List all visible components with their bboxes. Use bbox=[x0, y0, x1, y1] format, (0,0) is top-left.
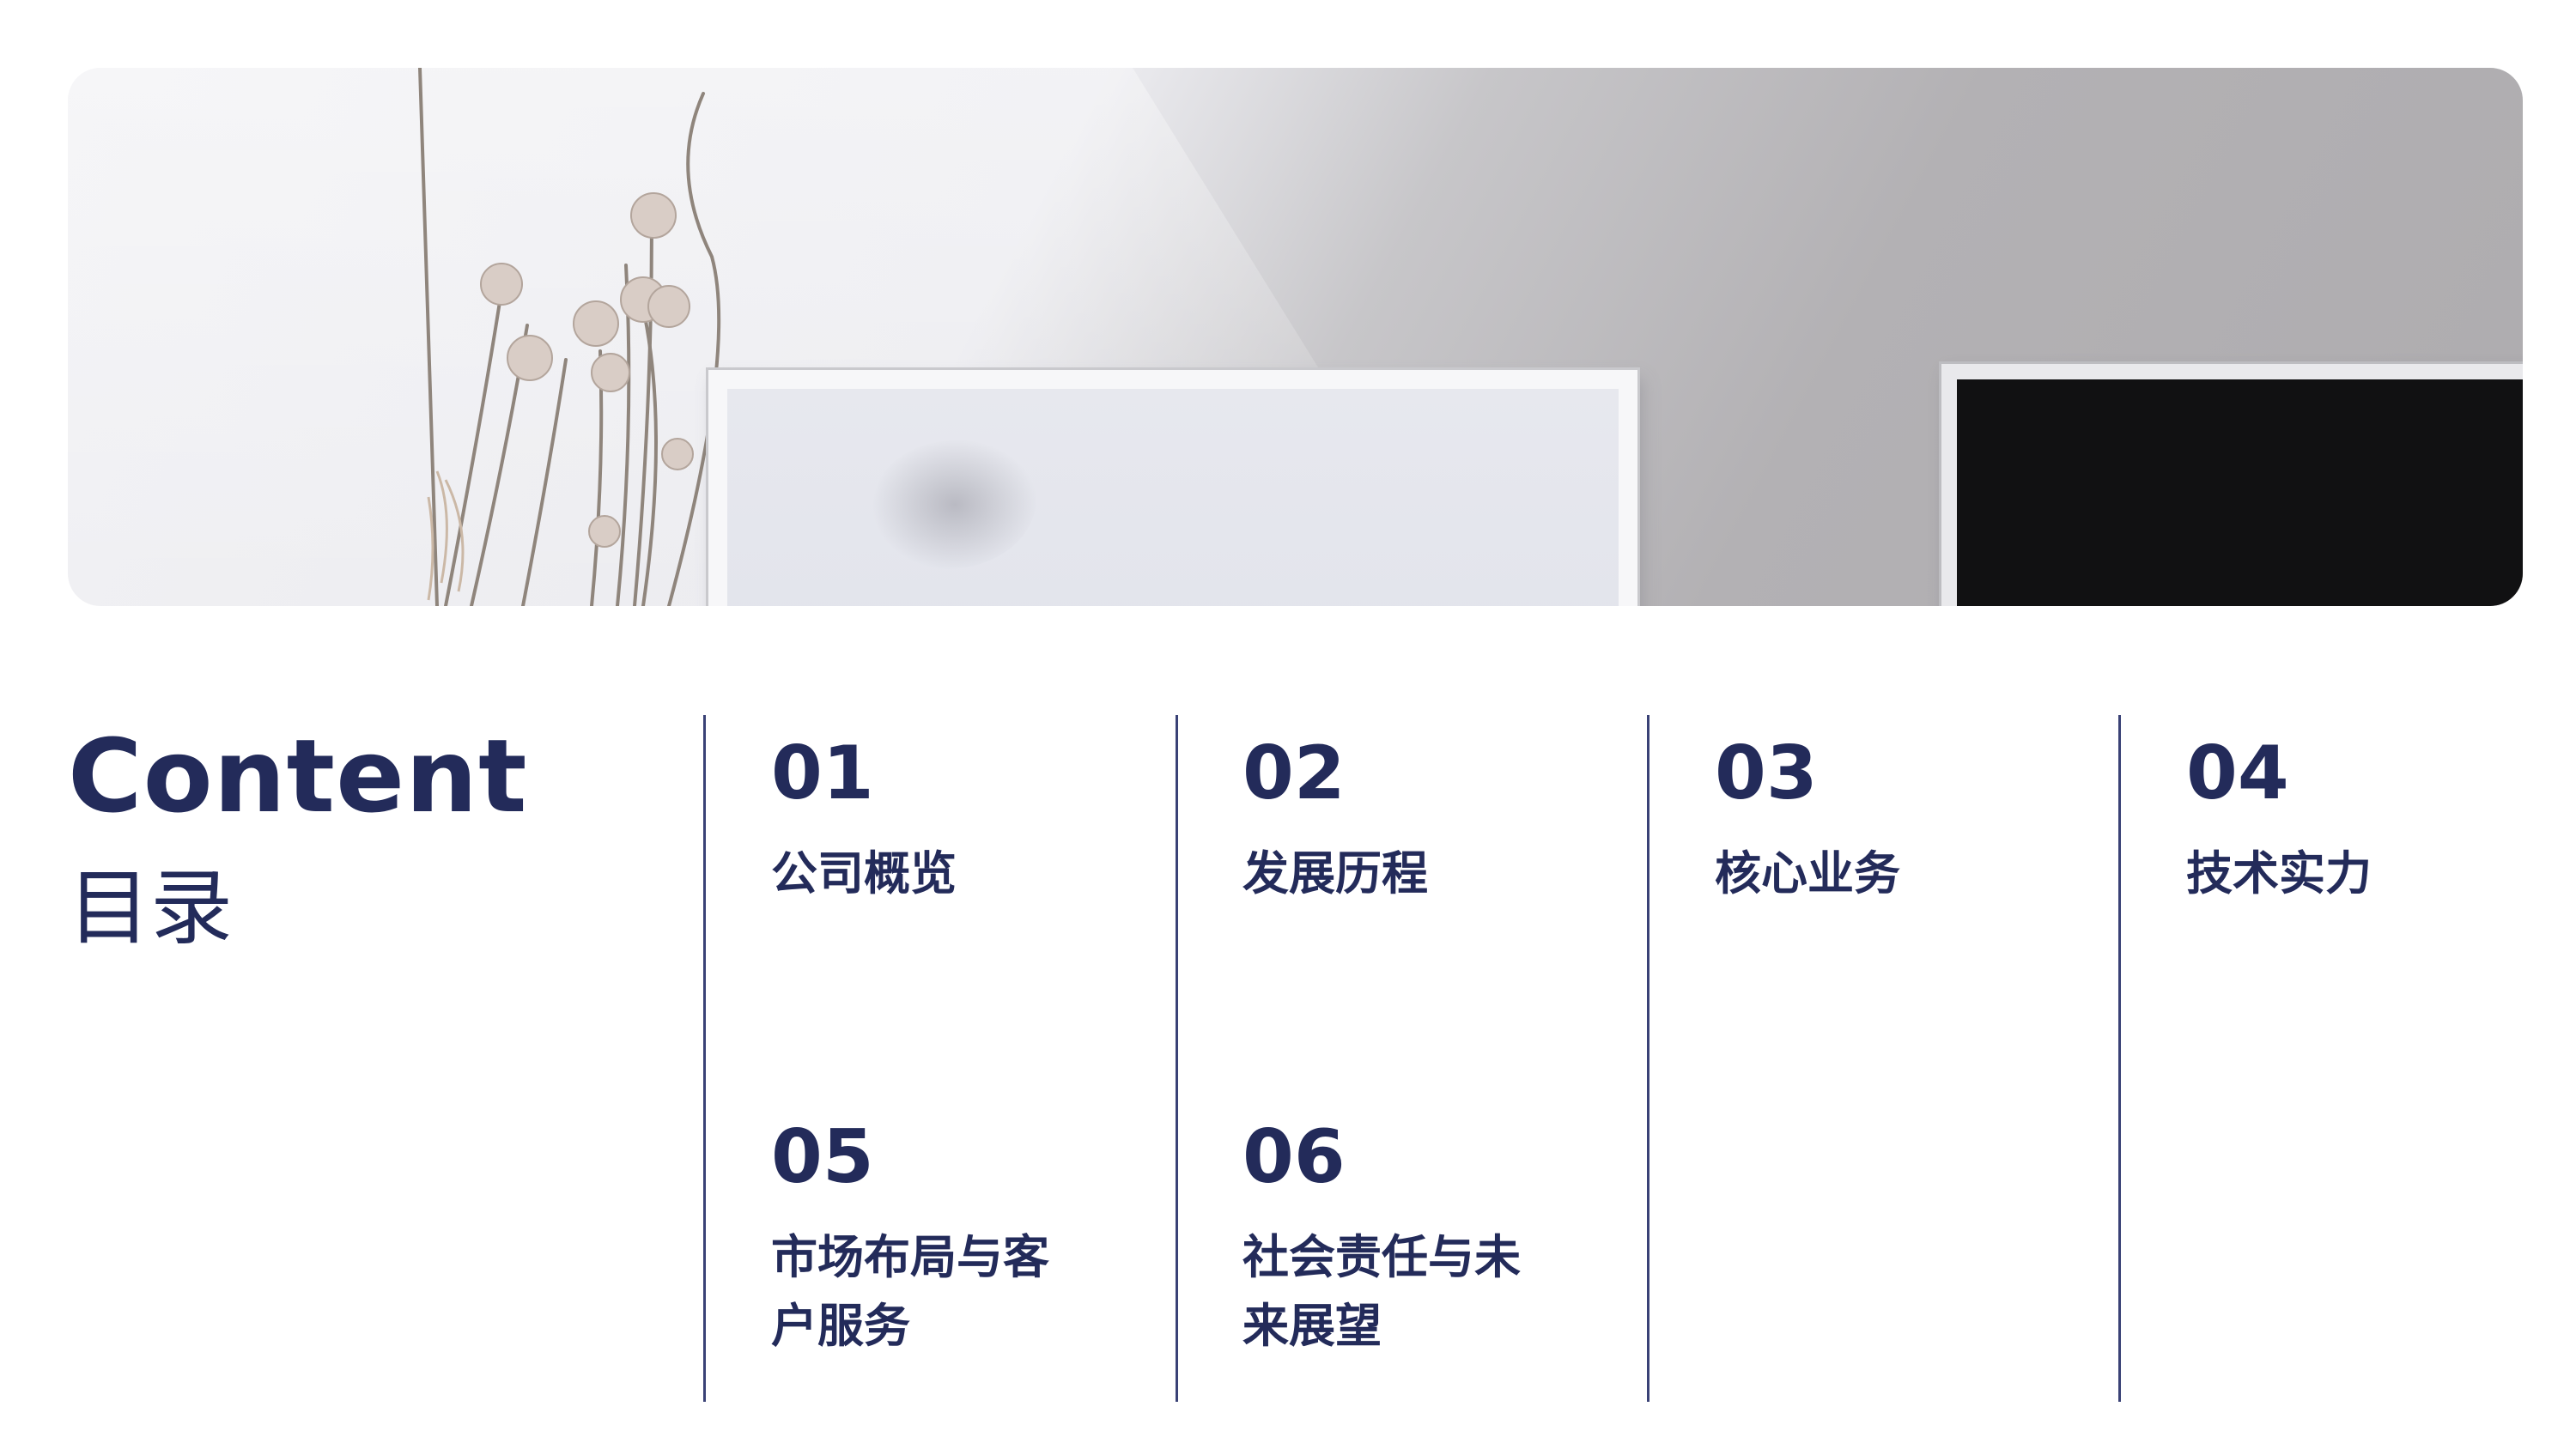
toc-item-label: 市场布局与客户服务 bbox=[771, 1230, 1049, 1353]
slide: Content 目录 01 公司概览 02 发展历程 03 核心业务 04 技术… bbox=[0, 0, 2576, 1449]
toc-item-label: 公司概览 bbox=[771, 846, 957, 900]
toc-item-number: 03 bbox=[1715, 731, 1818, 816]
hero-photo bbox=[68, 68, 2523, 606]
toc-item-06[interactable]: 06 社会责任与未来展望 bbox=[1242, 1120, 1612, 1361]
toc-item-number: 06 bbox=[1242, 1114, 1346, 1200]
toc-item-02[interactable]: 02 发展历程 bbox=[1242, 737, 1612, 908]
toc-item-01[interactable]: 01 公司概览 bbox=[771, 737, 1140, 908]
column-divider bbox=[2118, 715, 2121, 1402]
white-picture-frame bbox=[706, 367, 1640, 606]
toc-item-number: 04 bbox=[2186, 731, 2289, 816]
column-divider bbox=[1647, 715, 1649, 1402]
title-english: Content bbox=[68, 717, 528, 835]
column-divider bbox=[1176, 715, 1178, 1402]
toc-item-number: 01 bbox=[771, 731, 874, 816]
toc-item-label: 发展历程 bbox=[1242, 846, 1428, 900]
toc-item-label: 技术实力 bbox=[2186, 846, 2372, 900]
toc-item-number: 05 bbox=[771, 1114, 874, 1200]
flower-shadow bbox=[873, 440, 1036, 569]
toc-item-03[interactable]: 03 核心业务 bbox=[1715, 737, 2084, 908]
dark-picture-frame bbox=[1939, 361, 2523, 606]
title-chinese: 目录 bbox=[68, 860, 233, 956]
toc-item-label: 核心业务 bbox=[1715, 846, 1900, 900]
toc-item-05[interactable]: 05 市场布局与客户服务 bbox=[771, 1120, 1140, 1361]
column-divider bbox=[703, 715, 706, 1402]
toc-item-label: 社会责任与未来展望 bbox=[1242, 1230, 1521, 1353]
toc-item-04[interactable]: 04 技术实力 bbox=[2186, 737, 2555, 908]
toc-item-number: 02 bbox=[1242, 731, 1346, 816]
